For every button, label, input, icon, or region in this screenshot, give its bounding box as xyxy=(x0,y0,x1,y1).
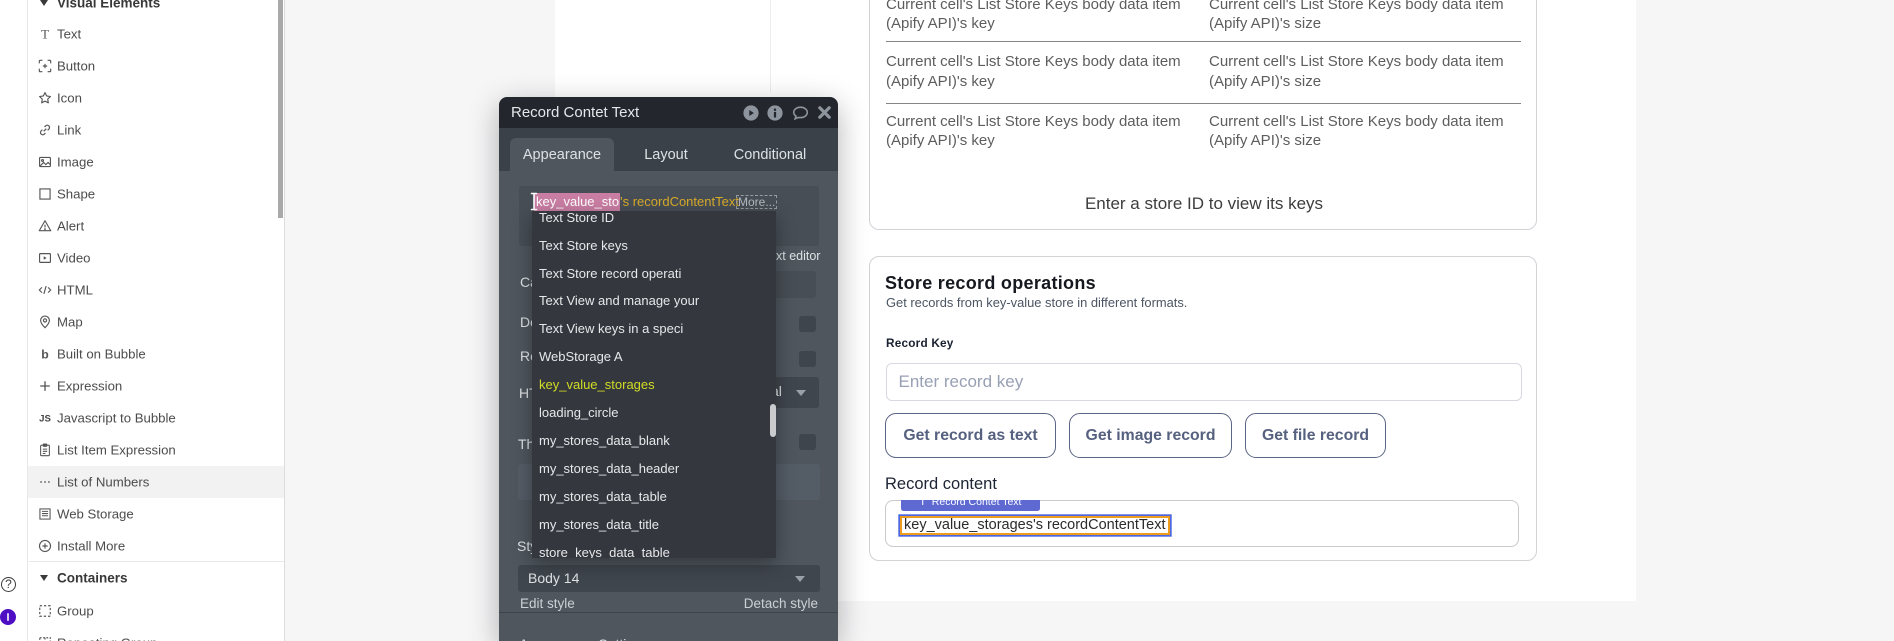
svg-text:JS: JS xyxy=(39,414,51,425)
svg-text:T: T xyxy=(40,27,48,41)
svg-text:b: b xyxy=(41,347,48,361)
